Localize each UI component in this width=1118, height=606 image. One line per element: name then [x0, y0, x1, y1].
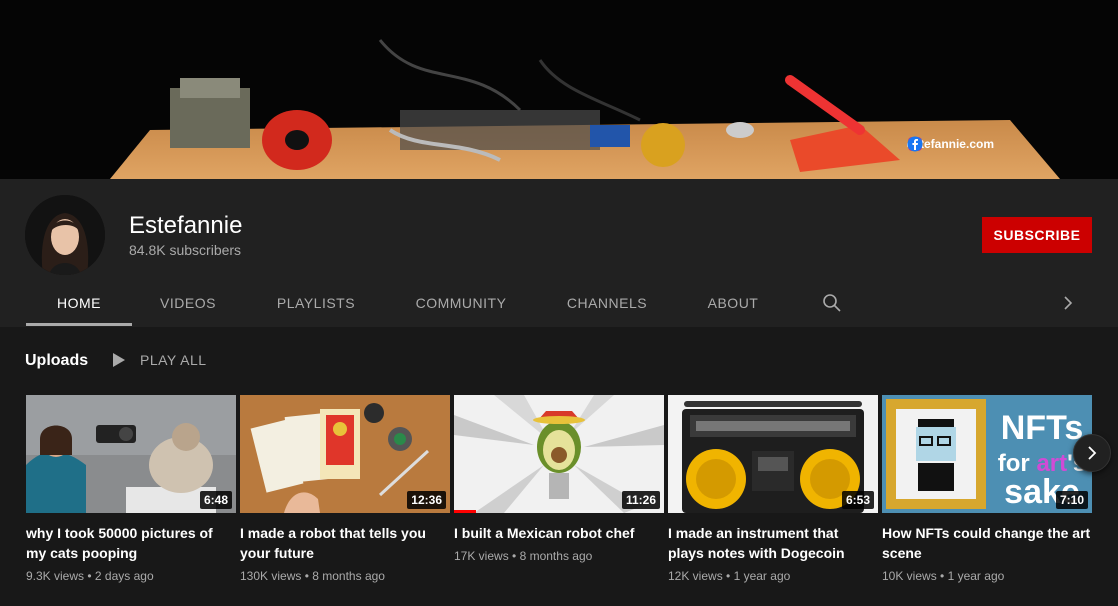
video-meta: 9.3K views • 2 days ago [26, 569, 154, 583]
tab-about[interactable]: ABOUT [696, 285, 770, 327]
video-thumbnail[interactable]: 6:48 [26, 395, 236, 513]
video-card[interactable]: 6:48 why I took 50000 pictures of my cat… [26, 395, 236, 583]
video-title[interactable]: I built a Mexican robot chef [454, 523, 664, 543]
thumb-text-line1: NFTs [1001, 409, 1083, 447]
video-title[interactable]: I made a robot that tells you your futur… [240, 523, 450, 563]
video-card[interactable]: 11:26 I built a Mexican robot chef 17K v… [454, 395, 664, 563]
play-all-button[interactable]: PLAY ALL [112, 352, 207, 368]
video-title[interactable]: How NFTs could change the art scene [882, 523, 1092, 563]
chevron-right-icon[interactable] [1060, 293, 1076, 313]
video-thumbnail[interactable]: 12:36 [240, 395, 450, 513]
banner-image [0, 0, 1118, 179]
video-duration: 6:53 [841, 491, 874, 509]
video-title[interactable]: why I took 50000 pictures of my cats poo… [26, 523, 236, 563]
play-icon [113, 353, 125, 367]
avatar[interactable] [25, 195, 105, 275]
twitter-icon[interactable] [907, 136, 1070, 152]
carousel-next-button[interactable] [1073, 434, 1111, 472]
video-thumbnail[interactable]: NFTs for art's sake 7:10 [882, 395, 1092, 513]
video-duration: 12:36 [407, 491, 446, 509]
video-meta: 130K views • 8 months ago [240, 569, 385, 583]
tab-videos[interactable]: VIDEOS [140, 285, 236, 327]
tab-community[interactable]: COMMUNITY [404, 285, 518, 327]
video-meta: 12K views • 1 year ago [668, 569, 791, 583]
tab-home[interactable]: HOME [26, 285, 132, 327]
watch-progress-bar [454, 510, 476, 513]
video-duration: 6:48 [199, 491, 232, 509]
channel-header: Estefannie 84.8K subscribers SUBSCRIBE H… [0, 179, 1118, 327]
chevron-right-icon [1088, 446, 1097, 460]
video-card[interactable]: 6:53 I made an instrument that plays not… [668, 395, 878, 583]
channel-tabs: HOME VIDEOS PLAYLISTS COMMUNITY CHANNELS… [0, 285, 1118, 327]
avatar-image [25, 195, 105, 275]
search-icon[interactable] [822, 293, 842, 313]
uploads-heading[interactable]: Uploads [25, 352, 88, 370]
video-card[interactable]: 12:36 I made a robot that tells you your… [240, 395, 450, 583]
video-meta: 10K views • 1 year ago [882, 569, 1005, 583]
video-duration: 11:26 [621, 491, 660, 509]
instagram-icon[interactable] [907, 136, 1042, 152]
video-thumbnail[interactable]: 11:26 [454, 395, 664, 513]
tab-channels[interactable]: CHANNELS [556, 285, 658, 327]
subscribe-button[interactable]: SUBSCRIBE [982, 217, 1092, 253]
facebook-icon[interactable] [907, 136, 1098, 152]
video-meta: 17K views • 8 months ago [454, 549, 593, 563]
channel-banner: estefannie.com [0, 0, 1118, 179]
tab-playlists[interactable]: PLAYLISTS [262, 285, 370, 327]
video-card[interactable]: NFTs for art's sake 7:10 How NFTs could … [882, 395, 1092, 583]
video-title[interactable]: I made an instrument that plays notes wi… [668, 523, 878, 563]
video-thumbnail[interactable]: 6:53 [668, 395, 878, 513]
subscriber-count: 84.8K subscribers [129, 242, 242, 258]
video-duration: 7:10 [1055, 491, 1088, 509]
channel-name: Estefannie [129, 212, 243, 239]
